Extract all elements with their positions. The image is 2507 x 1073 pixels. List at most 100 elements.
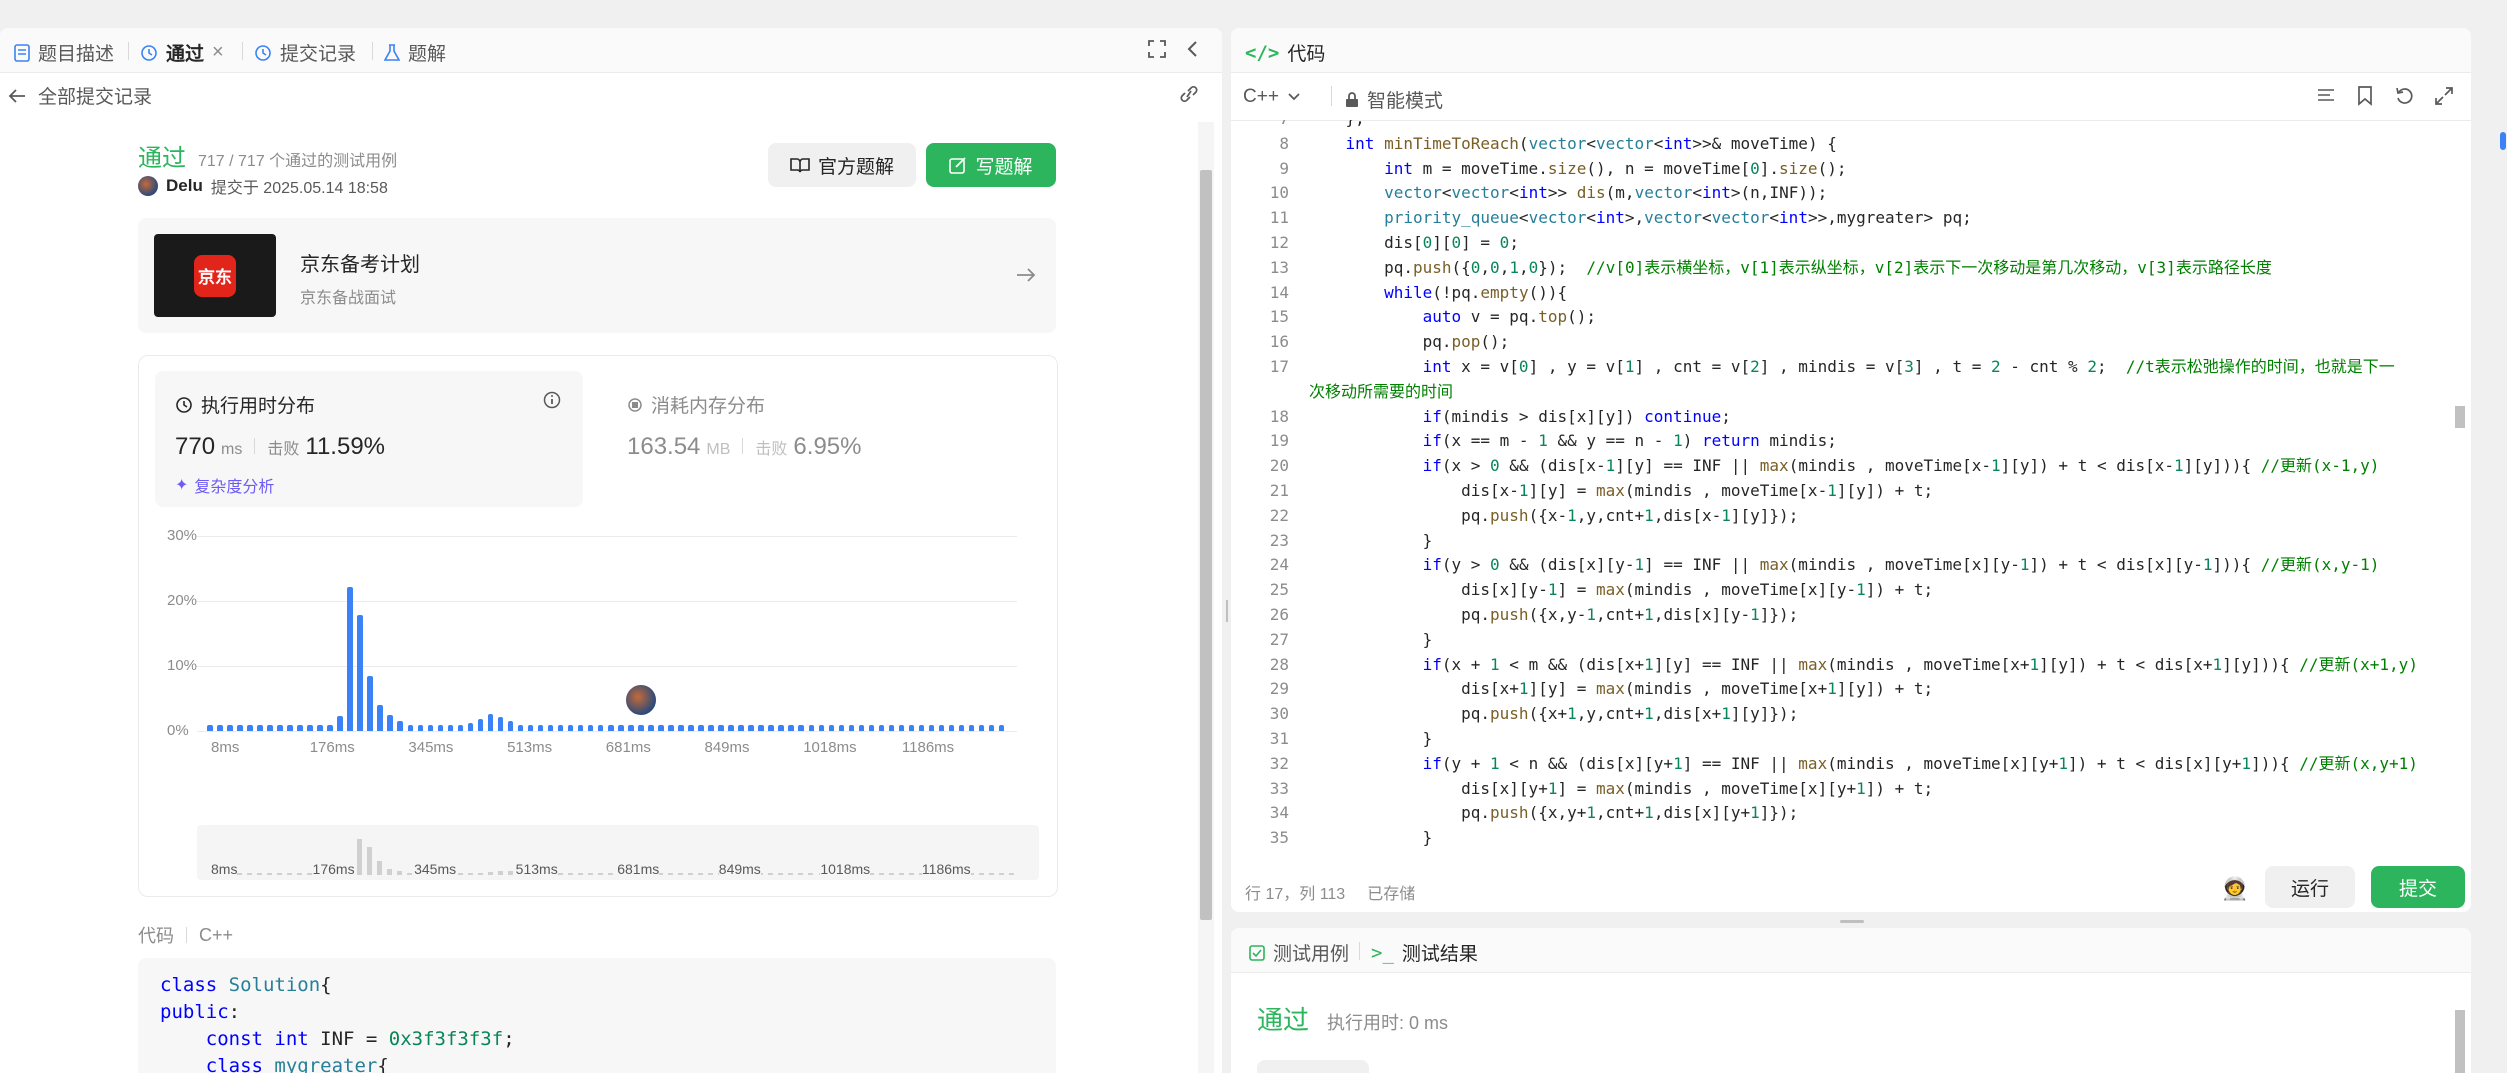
runtime-distribution-chart[interactable]: 30% 20% 10% 0% 8ms 176ms 345ms 513ms 681ms 849ms 1… <box>139 526 1057 756</box>
runtime-bar[interactable] <box>427 725 434 731</box>
runtime-bar[interactable] <box>848 725 855 731</box>
runtime-bar[interactable] <box>758 725 764 731</box>
runtime-bar[interactable] <box>838 725 845 731</box>
smart-mode-toggle[interactable]: 智能模式 <box>1345 86 1443 113</box>
fullscreen-icon[interactable] <box>1148 40 1166 58</box>
code-line[interactable]: 14 while(!pq.empty()){ <box>1231 280 2451 305</box>
runtime-bar[interactable] <box>357 615 363 731</box>
runtime-bar[interactable] <box>387 714 393 731</box>
test-scroll-thumb[interactable] <box>2455 1010 2465 1073</box>
tab-code[interactable]: </> 代码 <box>1245 39 1325 66</box>
code-line[interactable]: 21 dis[x-1][y] = max(mindis , moveTime[x… <box>1231 478 2451 503</box>
runtime-bar[interactable] <box>898 725 905 731</box>
code-line[interactable]: 33 dis[x][y+1] = max(mindis , moveTime[x… <box>1231 776 2451 801</box>
your-submission-avatar[interactable] <box>624 683 659 717</box>
runtime-bar[interactable] <box>668 725 674 731</box>
runtime-bar[interactable] <box>217 725 223 731</box>
runtime-bar[interactable] <box>337 716 343 731</box>
runtime-bar[interactable] <box>347 586 353 731</box>
tab-test-cases[interactable]: 测试用例 <box>1249 939 1349 966</box>
chevron-left-icon[interactable] <box>1186 40 1200 58</box>
code-line[interactable]: 19 if(x == m - 1 && y == n - 1) return m… <box>1231 428 2451 453</box>
runtime-bar[interactable] <box>417 725 424 731</box>
runtime-bar[interactable] <box>397 721 403 731</box>
link-icon[interactable] <box>1178 84 1200 104</box>
code-line[interactable]: 28 if(x + 1 < m && (dis[x+1][y] == INF |… <box>1231 652 2451 677</box>
runtime-bar[interactable] <box>798 725 804 731</box>
tab-submissions[interactable]: 提交记录 <box>254 39 356 66</box>
code-line[interactable]: 22 pq.push({x-1,y,cnt+1,dis[x-1][y]}); <box>1231 503 2451 528</box>
runtime-bar[interactable] <box>948 725 955 731</box>
runtime-bar[interactable] <box>818 725 825 731</box>
runtime-bar[interactable] <box>878 725 885 731</box>
runtime-bar[interactable] <box>597 725 604 731</box>
assistant-icon[interactable]: 🧑‍🚀 <box>2221 876 2248 902</box>
runtime-bar[interactable] <box>928 725 935 731</box>
runtime-bar[interactable] <box>608 725 614 731</box>
runtime-bar[interactable] <box>527 725 534 731</box>
format-icon[interactable] <box>2317 87 2335 105</box>
code-line[interactable]: 23 } <box>1231 528 2451 553</box>
code-line[interactable]: 15 auto v = pq.top(); <box>1231 304 2451 329</box>
code-line[interactable]: 29 dis[x+1][y] = max(mindis , moveTime[x… <box>1231 676 2451 701</box>
username[interactable]: Delu <box>166 176 203 196</box>
language-select[interactable]: C++ <box>1243 86 1301 108</box>
run-button[interactable]: 运行 <box>2265 866 2355 908</box>
code-line[interactable]: 26 pq.push({x,y-1,cnt+1,dis[x][y-1]}); <box>1231 602 2451 627</box>
code-line[interactable]: 9 int m = moveTime.size(), n = moveTime[… <box>1231 156 2451 181</box>
runtime-bar[interactable] <box>517 725 524 731</box>
code-line[interactable]: 12 dis[0][0] = 0; <box>1231 230 2451 255</box>
runtime-bar[interactable] <box>748 725 754 731</box>
runtime-bar[interactable] <box>537 725 544 731</box>
runtime-bar[interactable] <box>277 725 283 731</box>
runtime-bar[interactable] <box>477 719 484 731</box>
submit-button[interactable]: 提交 <box>2371 866 2465 908</box>
runtime-bar[interactable] <box>648 725 654 731</box>
test-scrollbar[interactable] <box>2453 982 2467 1073</box>
runtime-bar[interactable] <box>327 725 333 731</box>
code-line[interactable]: 31 } <box>1231 726 2451 751</box>
runtime-bar[interactable] <box>658 725 664 731</box>
range-slider[interactable]: 8ms 176ms 345ms 513ms 681ms 849ms 1018ms 1186ms <box>197 825 1039 880</box>
vertical-splitter[interactable] <box>1840 920 1864 923</box>
runtime-bar[interactable] <box>738 725 744 731</box>
runtime-bar[interactable] <box>768 725 774 731</box>
runtime-bar[interactable] <box>467 723 474 731</box>
runtime-bar[interactable] <box>638 725 644 731</box>
avatar[interactable] <box>138 176 158 196</box>
runtime-bar[interactable] <box>437 725 444 731</box>
runtime-bar[interactable] <box>497 716 504 731</box>
code-line[interactable]: 27 } <box>1231 627 2451 652</box>
code-line[interactable]: 32 if(y + 1 < n && (dis[x][y+1] == INF |… <box>1231 751 2451 776</box>
runtime-bar[interactable] <box>628 725 634 731</box>
runtime-bar[interactable] <box>728 725 734 731</box>
runtime-bar[interactable] <box>567 725 574 731</box>
code-line[interactable]: 次移动所需要的时间 <box>1231 379 2451 404</box>
runtime-bar[interactable] <box>507 721 514 731</box>
editor-scroll-thumb[interactable] <box>2455 406 2465 428</box>
tab-description[interactable]: 题目描述 <box>14 39 114 66</box>
runtime-bar[interactable] <box>367 675 373 731</box>
runtime-bar[interactable] <box>297 725 303 731</box>
runtime-bar[interactable] <box>778 725 784 731</box>
runtime-bar[interactable] <box>267 725 273 731</box>
runtime-bar[interactable] <box>788 725 794 731</box>
runtime-bar[interactable] <box>618 725 624 731</box>
bookmark-icon[interactable] <box>2357 86 2373 106</box>
runtime-bar[interactable] <box>908 725 915 731</box>
runtime-bar[interactable] <box>577 725 584 731</box>
code-line[interactable]: 16 pq.pop(); <box>1231 329 2451 354</box>
runtime-bar[interactable] <box>247 725 253 731</box>
runtime-bar[interactable] <box>708 725 714 731</box>
runtime-bar[interactable] <box>547 725 554 731</box>
panel-splitter[interactable] <box>1222 600 1231 622</box>
info-icon[interactable] <box>543 391 561 409</box>
scrollbar-thumb[interactable] <box>1200 170 1212 920</box>
left-scrollbar[interactable] <box>1198 122 1214 1073</box>
runtime-bar[interactable] <box>377 705 383 731</box>
runtime-bar[interactable] <box>828 725 835 731</box>
code-line[interactable]: 18 if(mindis > dis[x][y]) continue; <box>1231 404 2451 429</box>
runtime-bar[interactable] <box>938 725 945 731</box>
code-line[interactable]: 25 dis[x][y-1] = max(mindis , moveTime[x… <box>1231 577 2451 602</box>
write-solution-button[interactable]: 写题解 <box>926 143 1056 187</box>
